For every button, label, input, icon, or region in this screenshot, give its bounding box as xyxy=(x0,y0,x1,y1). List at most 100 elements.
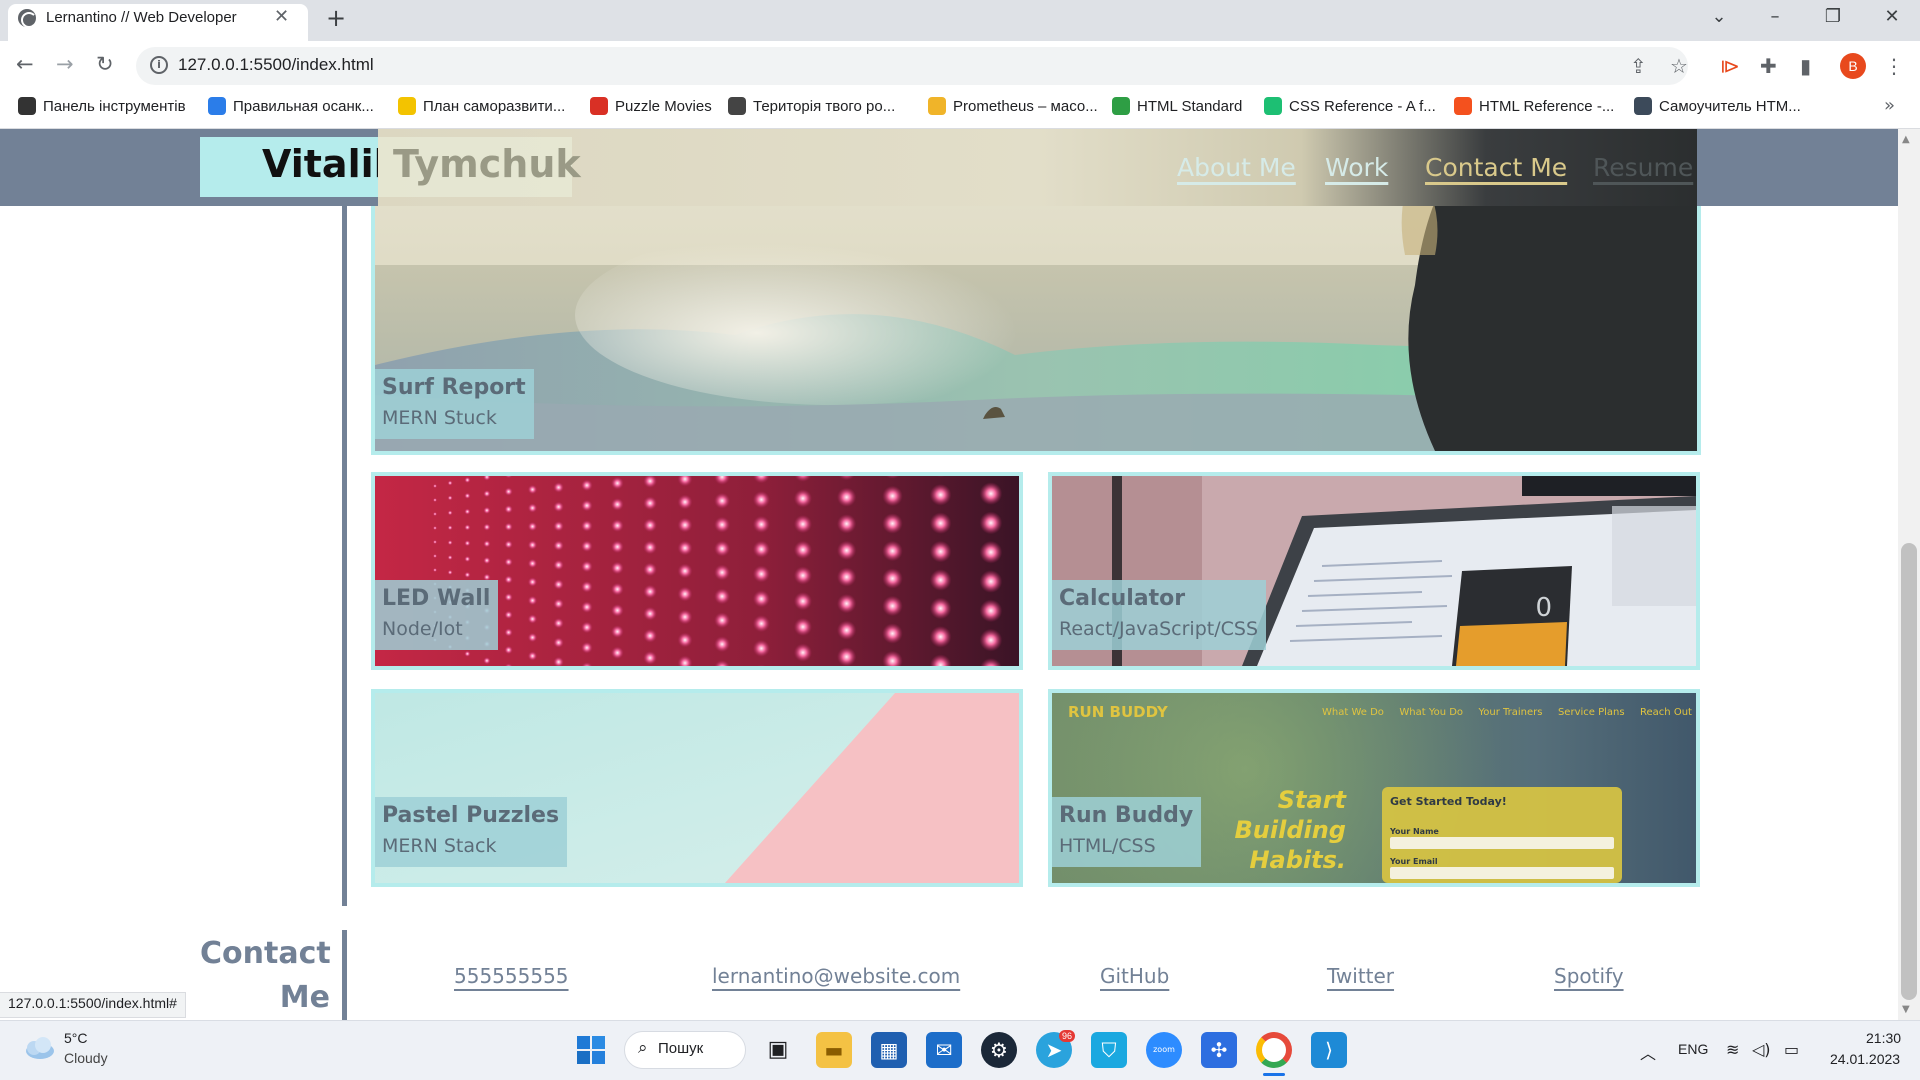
scroll-down-arrow-icon[interactable]: ▼ xyxy=(1902,1004,1910,1015)
new-tab-button[interactable]: + xyxy=(326,4,346,32)
chrome-icon[interactable] xyxy=(1256,1032,1292,1068)
bookmark-item[interactable]: Prometheus – масо... xyxy=(928,97,1098,115)
weather-condition[interactable]: Cloudy xyxy=(64,1050,108,1066)
forward-arrow-icon[interactable]: → xyxy=(56,52,74,76)
volume-icon[interactable]: ◁) xyxy=(1752,1040,1771,1059)
contact-email-link[interactable]: lernantino@website.com xyxy=(712,964,960,988)
project-card-run-buddy[interactable]: RUN BUDDY What We Do What You Do Your Trai… xyxy=(1048,689,1700,887)
weather-temperature[interactable]: 5°C xyxy=(64,1030,88,1046)
bookmark-item[interactable]: CSS Reference - A f... xyxy=(1264,97,1436,115)
url-text[interactable]: 127.0.0.1:5500/index.html xyxy=(178,55,374,75)
bookmark-item[interactable]: Панель інструментів xyxy=(18,97,186,115)
maximize-button[interactable]: ❐ xyxy=(1818,6,1848,27)
bookmark-label: HTML Standard xyxy=(1137,98,1243,115)
vpn-shield-icon[interactable]: ⛉ xyxy=(1091,1032,1127,1068)
led-dot xyxy=(611,561,624,575)
project-card-pastel-puzzles[interactable]: Pastel Puzzles MERN Stack xyxy=(371,689,1023,887)
nav-about-me[interactable]: About Me xyxy=(1177,153,1296,182)
led-dot xyxy=(483,490,491,498)
settings-app-icon[interactable]: ✣ xyxy=(1201,1032,1237,1068)
led-dot xyxy=(464,650,471,657)
bookmark-item[interactable]: План саморазвити... xyxy=(398,97,565,115)
project-caption: Pastel Puzzles MERN Stack xyxy=(375,797,568,867)
clock-time[interactable]: 21:30 xyxy=(1866,1030,1901,1046)
project-card-led-wall[interactable]: LED Wall Node/Iot xyxy=(371,472,1023,670)
file-explorer-icon[interactable]: ▬ xyxy=(816,1032,852,1068)
led-dot xyxy=(752,540,770,558)
scrollbar-thumb[interactable] xyxy=(1901,543,1917,1000)
led-dot xyxy=(836,514,857,534)
wifi-icon[interactable]: ≋ xyxy=(1726,1040,1739,1059)
led-dot xyxy=(553,501,564,513)
bookmarks-overflow-icon[interactable]: » xyxy=(1884,95,1895,116)
profile-avatar[interactable]: B xyxy=(1840,53,1866,79)
bookmark-item[interactable]: HTML Standard xyxy=(1112,97,1242,115)
bookmark-label: Prometheus – масо... xyxy=(953,98,1098,115)
input-language[interactable]: ENG xyxy=(1678,1041,1708,1057)
nav-contact-me[interactable]: Contact Me xyxy=(1425,153,1567,182)
scroll-up-arrow-icon[interactable]: ▲ xyxy=(1902,134,1910,145)
cloud-weather-icon[interactable] xyxy=(20,1036,56,1060)
brand-last-name[interactable]: Tymchuk xyxy=(393,142,581,186)
share-icon[interactable]: ⇪ xyxy=(1630,54,1647,78)
bookmark-item[interactable]: HTML Reference -... xyxy=(1454,97,1614,115)
bookmark-item[interactable]: Територія твого ро... xyxy=(728,97,895,115)
tray-chevron-icon[interactable]: ︿ xyxy=(1640,1040,1656,1064)
contact-twitter-link[interactable]: Twitter xyxy=(1327,964,1394,988)
led-dot xyxy=(433,498,437,502)
battery-icon[interactable]: ▭ xyxy=(1784,1040,1799,1059)
steam-icon[interactable]: ⚙ xyxy=(981,1032,1017,1068)
contact-github-link[interactable]: GitHub xyxy=(1100,964,1169,988)
side-panel-icon[interactable]: ▮ xyxy=(1800,54,1811,78)
project-card-calculator[interactable]: 0 Calculator React/JavaScript/CSS xyxy=(1048,472,1700,670)
zoom-icon[interactable]: zoom xyxy=(1146,1032,1182,1068)
back-arrow-icon[interactable]: ← xyxy=(16,52,34,76)
menu-kebab-icon[interactable]: ⋮ xyxy=(1884,54,1904,78)
led-dot xyxy=(504,610,513,619)
project-subtitle: React/JavaScript/CSS xyxy=(1059,618,1259,640)
led-dot xyxy=(483,556,491,565)
close-window-button[interactable]: ✕ xyxy=(1877,6,1907,27)
task-view-icon[interactable]: ▣ xyxy=(760,1032,796,1068)
bookmark-star-icon[interactable]: ☆ xyxy=(1670,54,1688,78)
site-info-icon[interactable]: i xyxy=(150,56,168,74)
led-dot xyxy=(504,557,513,567)
run-buddy-logo: RUN BUDDY xyxy=(1068,703,1168,721)
taskbar-search-label[interactable]: Пошук xyxy=(658,1040,703,1057)
nav-resume[interactable]: Resume xyxy=(1593,153,1693,182)
led-dot xyxy=(714,636,731,653)
led-dot xyxy=(553,617,564,629)
run-buddy-headline: Start Building Habits. xyxy=(1234,786,1346,874)
close-tab-icon[interactable]: ✕ xyxy=(274,6,289,27)
led-dot xyxy=(611,582,624,596)
start-windows-icon[interactable] xyxy=(573,1032,609,1068)
tab-search-chevron-icon[interactable]: ⌄ xyxy=(1704,6,1734,27)
bookmark-label: Правильная осанк... xyxy=(233,98,374,115)
microsoft-store-icon[interactable]: ▦ xyxy=(871,1032,907,1068)
led-dot xyxy=(553,637,564,648)
led-dot xyxy=(979,628,1003,652)
clock-date[interactable]: 24.01.2023 xyxy=(1830,1051,1900,1067)
contact-phone-link[interactable]: 555555555 xyxy=(454,964,569,988)
nav-work[interactable]: Work xyxy=(1325,153,1388,182)
tab-title[interactable]: Lernantino // Web Developer xyxy=(46,9,237,26)
led-dot xyxy=(714,540,731,557)
bookmark-item[interactable]: Самоучитель HTM... xyxy=(1634,97,1801,115)
extension-cast-icon[interactable]: ⧐ xyxy=(1720,54,1740,78)
led-dot xyxy=(581,520,593,532)
led-dot xyxy=(752,515,770,533)
reload-icon[interactable]: ↻ xyxy=(96,52,114,76)
led-dot xyxy=(979,540,1003,564)
bookmark-item[interactable]: Puzzle Movies xyxy=(590,97,712,115)
led-dot xyxy=(677,609,693,625)
bookmark-item[interactable]: Правильная осанк... xyxy=(208,97,374,115)
bookmark-favicon-icon xyxy=(18,97,36,115)
mail-icon[interactable]: ✉ xyxy=(926,1032,962,1068)
extensions-puzzle-icon[interactable]: ✚ xyxy=(1760,54,1777,78)
led-dot xyxy=(611,498,624,511)
led-dot xyxy=(581,641,593,654)
vscode-icon[interactable]: ⟩ xyxy=(1311,1032,1347,1068)
contact-spotify-link[interactable]: Spotify xyxy=(1554,964,1624,988)
minimize-button[interactable]: – xyxy=(1760,6,1790,27)
telegram-badge: 96 xyxy=(1059,1030,1076,1042)
